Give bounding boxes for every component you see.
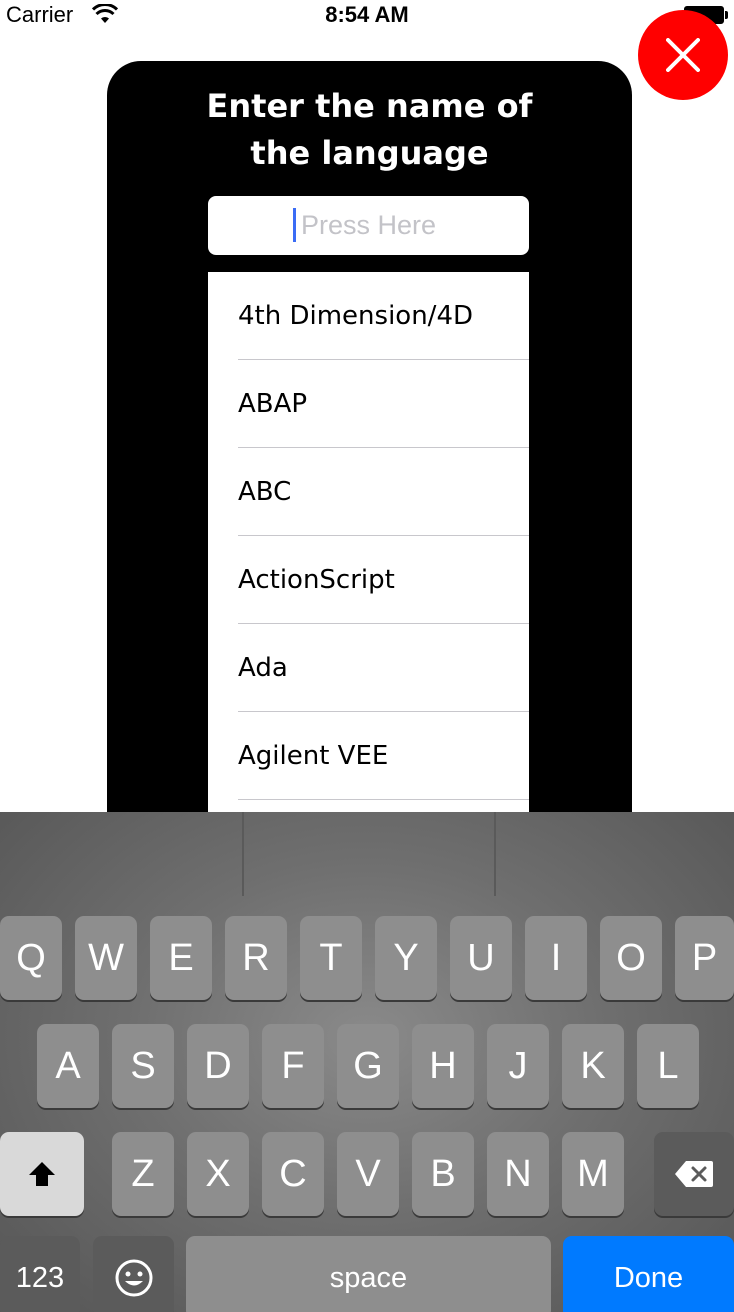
search-box (208, 196, 529, 255)
key-g[interactable]: G (337, 1024, 399, 1108)
key-y[interactable]: Y (375, 916, 437, 1000)
key-h[interactable]: H (412, 1024, 474, 1108)
list-item[interactable]: ActionScript (208, 536, 529, 624)
status-bar: Carrier 8:54 AM (0, 0, 734, 32)
done-key[interactable]: Done (563, 1236, 734, 1312)
key-l[interactable]: L (637, 1024, 699, 1108)
key-r[interactable]: R (225, 916, 287, 1000)
language-dialog: Enter the name of the language 4th Dimen… (107, 61, 632, 861)
list-item-label: ABC (238, 477, 292, 507)
key-v[interactable]: V (337, 1132, 399, 1216)
dialog-title-line2: the language (250, 134, 489, 172)
list-item[interactable]: 4th Dimension/4D (208, 272, 529, 360)
dialog-title-line1: Enter the name of (206, 87, 533, 125)
key-b[interactable]: B (412, 1132, 474, 1216)
predictive-bar[interactable] (0, 812, 734, 896)
list-item[interactable]: Ada (208, 624, 529, 712)
dialog-title: Enter the name of the language (107, 83, 632, 177)
shift-key[interactable] (0, 1132, 84, 1216)
key-d[interactable]: D (187, 1024, 249, 1108)
list-item[interactable]: ABC (208, 448, 529, 536)
list-item[interactable]: Agilent VEE (208, 712, 529, 800)
key-p[interactable]: P (675, 916, 734, 1000)
keyboard: Q W E R T Y U I O P A S D F G H J K L Z … (0, 812, 734, 1312)
predictive-divider (494, 812, 496, 896)
key-c[interactable]: C (262, 1132, 324, 1216)
key-t[interactable]: T (300, 916, 362, 1000)
emoji-icon (115, 1259, 152, 1297)
list-item-label: Agilent VEE (238, 741, 389, 771)
key-a[interactable]: A (37, 1024, 99, 1108)
delete-key[interactable] (654, 1132, 734, 1216)
close-button[interactable] (638, 10, 728, 100)
key-k[interactable]: K (562, 1024, 624, 1108)
close-icon (666, 38, 700, 72)
key-u[interactable]: U (450, 916, 512, 1000)
emoji-key[interactable] (93, 1236, 174, 1312)
key-e[interactable]: E (150, 916, 212, 1000)
key-f[interactable]: F (262, 1024, 324, 1108)
key-z[interactable]: Z (112, 1132, 174, 1216)
key-q[interactable]: Q (0, 916, 62, 1000)
key-x[interactable]: X (187, 1132, 249, 1216)
key-m[interactable]: M (562, 1132, 624, 1216)
predictive-divider (242, 812, 244, 896)
key-n[interactable]: N (487, 1132, 549, 1216)
list-item-label: ActionScript (238, 565, 395, 595)
language-search-input[interactable] (208, 196, 529, 255)
list-item-label: ABAP (238, 389, 308, 419)
key-j[interactable]: J (487, 1024, 549, 1108)
shift-icon (29, 1162, 55, 1186)
numbers-key[interactable]: 123 (0, 1236, 80, 1312)
list-item[interactable]: ABAP (208, 360, 529, 448)
key-s[interactable]: S (112, 1024, 174, 1108)
list-item-label: 4th Dimension/4D (238, 301, 474, 331)
list-item-label: Ada (238, 653, 288, 683)
backspace-icon (675, 1161, 713, 1187)
clock: 8:54 AM (325, 2, 409, 27)
key-w[interactable]: W (75, 916, 137, 1000)
language-list[interactable]: 4th Dimension/4D ABAP ABC ActionScript A… (208, 272, 529, 832)
key-i[interactable]: I (525, 916, 587, 1000)
text-caret (293, 208, 296, 242)
key-o[interactable]: O (600, 916, 662, 1000)
space-key[interactable]: space (186, 1236, 551, 1312)
